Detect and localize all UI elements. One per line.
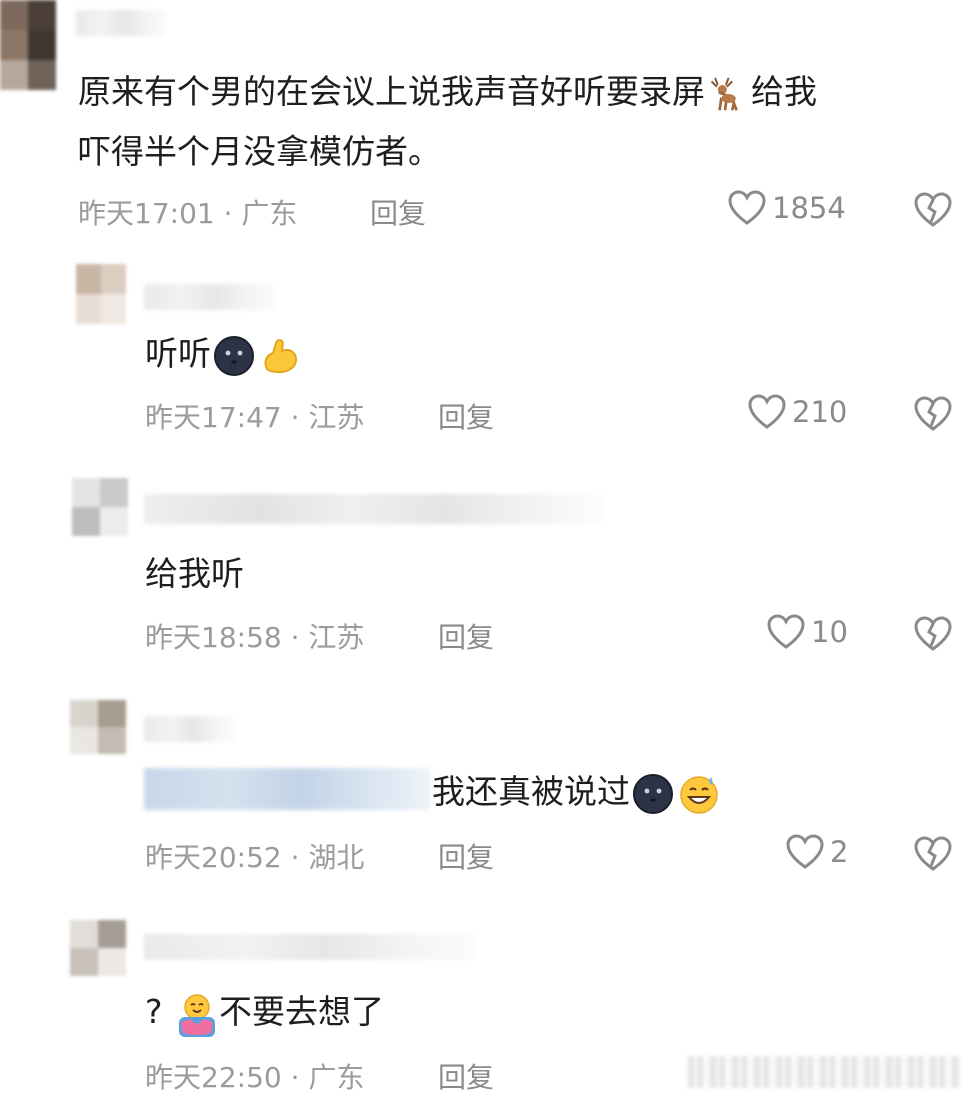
avatar[interactable] [72,478,128,536]
like-button[interactable]: 210 [748,394,847,430]
comment-meta: 昨天17:01 · 广东 [78,197,298,230]
like-count: 2 [830,835,849,869]
reply-button[interactable]: 回复 [438,616,494,656]
reply-button[interactable]: 回复 [370,192,426,232]
comment-meta: 昨天17:47 · 江苏 [145,401,365,434]
watermark-redacted [688,1056,960,1088]
quoted-text-redacted [144,768,430,810]
grinning-sweat-emoji [678,773,720,815]
broken-heart-icon[interactable] [914,192,952,228]
like-count: 210 [792,395,848,429]
avatar[interactable] [76,264,126,324]
username-redacted[interactable] [144,494,604,524]
like-button[interactable]: 1854 [728,190,846,226]
broken-heart-icon[interactable] [914,836,952,872]
black-moon-face-emoji [213,335,255,377]
hugging-emoji [175,993,217,1037]
username-redacted[interactable] [144,716,234,742]
heart-outline-icon [786,834,824,869]
username-redacted[interactable] [76,10,166,36]
reply-button[interactable]: 回复 [438,836,494,876]
comment-text: 我还真被说过 [432,766,722,818]
reply-button[interactable]: 回复 [438,1056,494,1096]
comment-text: 原来有个男的在会议上说我声音好听要录屏 给我 [78,66,817,118]
heart-outline-icon [728,190,766,225]
broken-heart-icon[interactable] [914,396,952,432]
flexed-biceps-emoji [259,335,301,377]
comment-meta: 昨天20:52 · 湖北 [145,841,365,874]
username-redacted[interactable] [144,284,274,310]
comment-meta: 昨天22:50 · 广东 [145,1061,365,1094]
username-redacted[interactable] [144,934,474,960]
deer-emoji [707,73,749,115]
heart-outline-icon [748,394,786,429]
avatar[interactable] [70,700,126,754]
like-count: 1854 [772,191,846,225]
like-button[interactable]: 2 [786,834,848,870]
like-button[interactable]: 10 [767,614,848,650]
reply-button[interactable]: 回复 [438,396,494,436]
avatar[interactable] [0,0,56,90]
heart-outline-icon [767,614,805,649]
broken-heart-icon[interactable] [914,616,952,652]
avatar[interactable] [70,920,126,976]
comment-text: 给我听 [145,554,244,593]
comment-text: ? 不要去想了 [145,986,384,1038]
comment-text: 听听 [145,328,303,380]
black-moon-face-emoji [632,773,674,815]
like-count: 10 [811,615,848,649]
comment-meta: 昨天18:58 · 江苏 [145,621,365,654]
comment-text-line2: 吓得半个月没拿模仿者。 [78,132,441,171]
